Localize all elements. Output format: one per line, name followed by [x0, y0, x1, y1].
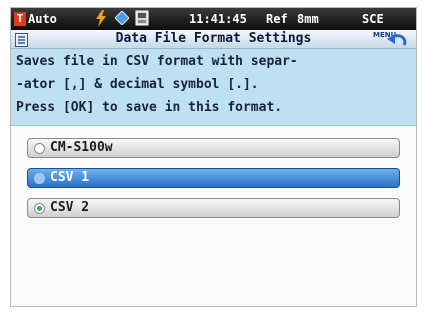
- title-bar: Data File Format Settings MENU: [11, 30, 416, 49]
- info-message: Saves file in CSV format with separ- -at…: [11, 49, 416, 126]
- calibration-diamond-icon: [114, 10, 130, 28]
- target-mode-icon: T: [14, 12, 26, 26]
- option-cm-s100w[interactable]: CM-S100w: [27, 138, 400, 158]
- radio-unchecked-icon: [34, 143, 45, 154]
- measurement-area: 8mm: [297, 12, 319, 26]
- page-title: Data File Format Settings: [115, 31, 312, 46]
- mode-label: Auto: [28, 12, 57, 26]
- message-line-3: Press [OK] to save in this format.: [16, 100, 283, 115]
- device-screen: T Auto 11:41:45 Ref 8mm SCE Data File Fo…: [10, 7, 417, 307]
- radio-unchecked-icon: [34, 173, 45, 184]
- memory-card-icon: [135, 10, 149, 29]
- radio-checked-icon: [34, 203, 45, 214]
- specular-mode: SCE: [362, 12, 384, 26]
- clock-time: 11:41:45: [189, 12, 247, 26]
- reference-indicator: Ref: [266, 12, 288, 26]
- option-label: CSV 2: [50, 200, 90, 215]
- flash-icon: [94, 10, 108, 30]
- option-label: CM-S100w: [50, 140, 113, 155]
- message-line-2: -ator [,] & decimal symbol [.].: [16, 77, 259, 92]
- option-label: CSV 1: [50, 170, 90, 185]
- option-csv-2[interactable]: CSV 2: [27, 198, 400, 218]
- menu-back-button[interactable]: MENU: [373, 30, 409, 48]
- status-bar: T Auto 11:41:45 Ref 8mm SCE: [11, 8, 416, 30]
- message-line-1: Saves file in CSV format with separ-: [16, 54, 298, 69]
- option-csv-1[interactable]: CSV 1: [27, 168, 400, 188]
- radio-dot: [37, 206, 42, 211]
